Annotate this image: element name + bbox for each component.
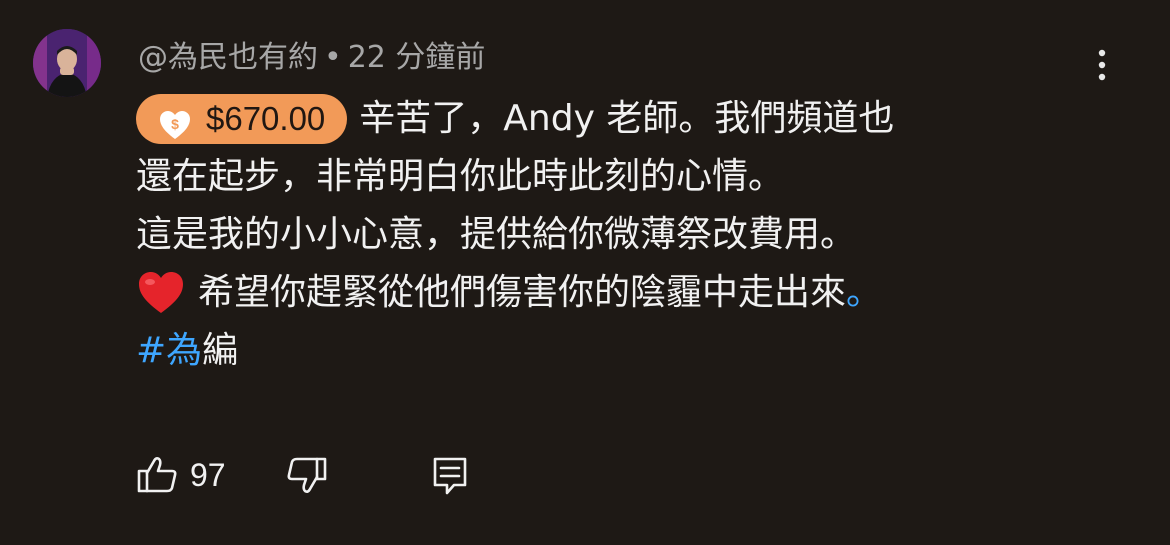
reply-comment-icon[interactable] [428, 453, 472, 497]
hashtag-link[interactable]: #為 [136, 322, 202, 380]
separator-dot: • [324, 40, 342, 75]
timestamp: 22 分鐘前 [347, 40, 486, 75]
comment-trailing-dot: 。 [846, 272, 883, 313]
comment-body: $ $670.00 辛苦了，Andy 老師。我們頻道也 還在起步，非常明白你此時… [136, 90, 1136, 380]
red-heart-emoji [136, 268, 186, 318]
superchat-badge: $ $670.00 [136, 94, 348, 144]
comment-text-line-3: 這是我的小小心意，提供給你微薄祭改費用。 [136, 214, 857, 255]
comment-line-1: $ $670.00 辛苦了，Andy 老師。我們頻道也 [136, 90, 1136, 148]
comment-text-line-2: 還在起步，非常明白你此時此刻的心情。 [136, 156, 785, 197]
user-avatar[interactable] [33, 29, 101, 97]
comment-line-5: #為編 [136, 322, 1136, 380]
like-count: 97 [190, 456, 226, 493]
comment-text-line-5: 編 [202, 330, 239, 371]
comment-line-4: 希望你趕緊從他們傷害你的陰霾中走出來。 [136, 264, 1136, 322]
comment-text-line-4: 希望你趕緊從他們傷害你的陰霾中走出來 [198, 272, 847, 313]
comment-line-2: 還在起步，非常明白你此時此刻的心情。 [136, 148, 1136, 206]
more-vert-icon[interactable] [1088, 45, 1116, 85]
comment-line-3: 這是我的小小心意，提供給你微薄祭改費用。 [136, 206, 1136, 264]
thumb-up-icon[interactable] [136, 453, 180, 497]
heart-dollar-badge-icon: $ [158, 102, 192, 139]
thumb-down-icon[interactable] [284, 453, 328, 497]
comment-actions: 97 [136, 450, 472, 500]
superchat-amount: $670.00 [206, 100, 326, 137]
comment-header: @為民也有約 • 22 分鐘前 [138, 38, 485, 78]
svg-text:$: $ [171, 116, 179, 132]
comment-text-line-1: 辛苦了，Andy 老師。我們頻道也 [359, 98, 895, 139]
author-name[interactable]: @為民也有約 [138, 40, 318, 75]
